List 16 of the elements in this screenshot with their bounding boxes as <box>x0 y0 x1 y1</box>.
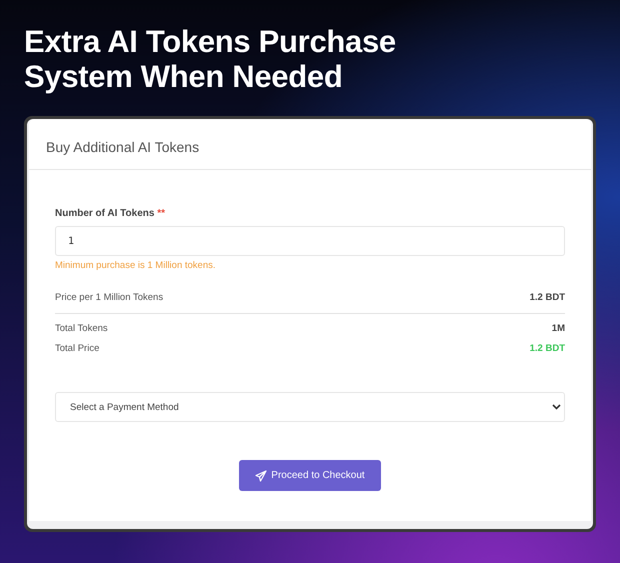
field-label: Number of AI Tokens <box>55 208 154 219</box>
checkout-button[interactable]: Proceed to Checkout <box>239 460 381 491</box>
chevron-icon <box>552 404 561 410</box>
token-input[interactable]: 1 <box>55 226 565 256</box>
summary-value: 1M <box>552 323 565 336</box>
summary-label: Total Tokens <box>55 323 108 336</box>
summary-label: Price per 1 Million Tokens <box>55 292 164 305</box>
summary-label: Total Price <box>55 343 100 356</box>
card-title: Buy Additional AI Tokens <box>46 139 200 155</box>
summary-value: 1.2 BDT <box>530 292 565 305</box>
payment-select[interactable]: Select a Payment Method <box>55 392 565 422</box>
field-hint: Minimum purchase is 1 Million tokens. <box>55 260 217 271</box>
paper-plane-icon <box>255 470 268 482</box>
required-mark: ** <box>157 208 166 219</box>
page-headline: Extra AI Tokens Purchase System When Needed <box>24 24 397 94</box>
summary-value: 1.2 BDT <box>530 343 565 356</box>
